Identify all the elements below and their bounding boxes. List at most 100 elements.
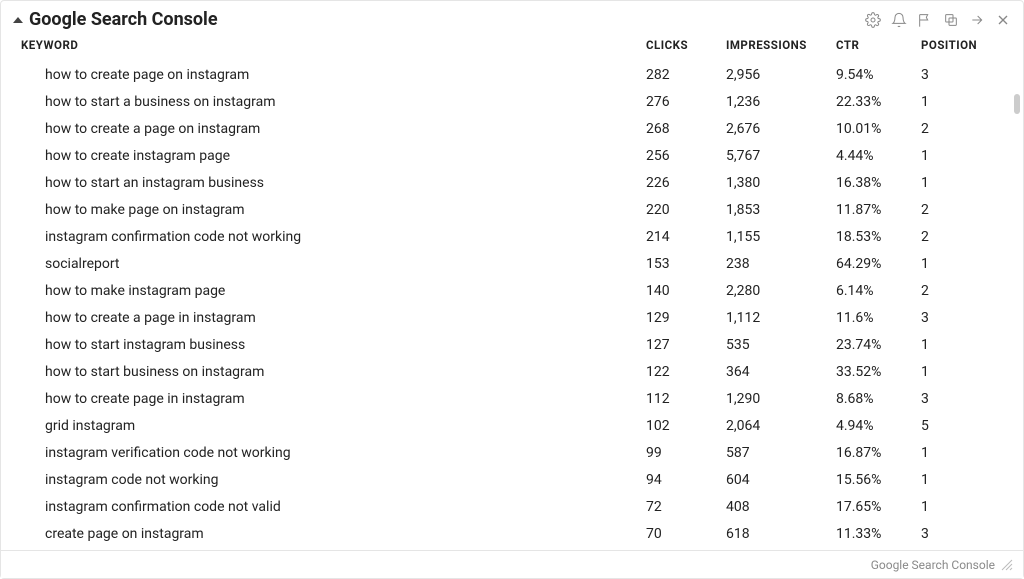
column-header-keyword[interactable]: KEYWORD — [21, 38, 646, 52]
cell-keyword: how to create page on instagram — [13, 61, 646, 88]
cell-clicks: 72 — [646, 493, 726, 520]
cell-position: 3 — [921, 304, 1011, 331]
cell-clicks: 94 — [646, 466, 726, 493]
cell-ctr: 4.44% — [836, 142, 921, 169]
cell-ctr: 10.01% — [836, 115, 921, 142]
cell-ctr: 17.65% — [836, 493, 921, 520]
cell-keyword: how to make instagram page — [13, 277, 646, 304]
cell-ctr: 16.87% — [836, 439, 921, 466]
cell-ctr: 18.53% — [836, 223, 921, 250]
table-row[interactable]: how to make instagram page1402,2806.14%2 — [13, 277, 1011, 304]
table-row[interactable]: instagram code not working9460415.56%1 — [13, 466, 1011, 493]
widget-title: Google Search Console — [29, 9, 218, 30]
cell-impressions: 5,767 — [726, 142, 836, 169]
cell-ctr: 8.68% — [836, 385, 921, 412]
table-row[interactable]: instagram confirmation code not valid724… — [13, 493, 1011, 520]
collapse-caret-icon[interactable] — [13, 17, 23, 23]
cell-position: 1 — [921, 169, 1011, 196]
column-header-impressions[interactable]: IMPRESSIONS — [726, 38, 836, 52]
cell-impressions: 1,112 — [726, 304, 836, 331]
cell-clicks: 214 — [646, 223, 726, 250]
table-row[interactable]: how to start a business on instagram2761… — [13, 88, 1011, 115]
cell-keyword: instagram code not working — [13, 466, 646, 493]
table-row[interactable]: create page on instagram7061811.33%3 — [13, 520, 1011, 544]
cell-impressions: 408 — [726, 493, 836, 520]
cell-ctr: 16.38% — [836, 169, 921, 196]
close-icon[interactable] — [995, 12, 1011, 28]
cell-keyword: instagram confirmation code not valid — [13, 493, 646, 520]
cell-keyword: instagram verification code not working — [13, 439, 646, 466]
export-arrow-icon[interactable] — [969, 12, 985, 28]
table-row[interactable]: how to start an instagram business2261,3… — [13, 169, 1011, 196]
column-header-ctr[interactable]: CTR — [836, 38, 921, 52]
table-row[interactable]: how to start instagram business12753523.… — [13, 331, 1011, 358]
cell-impressions: 1,380 — [726, 169, 836, 196]
title-group: Google Search Console — [13, 9, 218, 30]
cell-clicks: 226 — [646, 169, 726, 196]
table-row[interactable]: how to create page on instagram2822,9569… — [13, 61, 1011, 88]
cell-clicks: 153 — [646, 250, 726, 277]
cell-ctr: 9.54% — [836, 61, 921, 88]
cell-keyword: how to create a page in instagram — [13, 304, 646, 331]
table-row[interactable]: how to create instagram page2565,7674.44… — [13, 142, 1011, 169]
cell-impressions: 1,853 — [726, 196, 836, 223]
bell-icon[interactable] — [891, 12, 907, 28]
table-row[interactable]: how to start business on instagram122364… — [13, 358, 1011, 385]
column-header-clicks[interactable]: CLICKS — [646, 38, 726, 52]
cell-keyword: how to create instagram page — [13, 142, 646, 169]
cell-ctr: 11.6% — [836, 304, 921, 331]
cell-position: 1 — [921, 466, 1011, 493]
column-header-row: KEYWORD CLICKS IMPRESSIONS CTR POSITION — [13, 34, 1011, 61]
resize-handle-icon[interactable] — [1001, 559, 1013, 571]
cell-clicks: 99 — [646, 439, 726, 466]
cell-ctr: 11.33% — [836, 520, 921, 544]
cell-position: 1 — [921, 88, 1011, 115]
data-table: how to create page on instagram2822,9569… — [13, 61, 1011, 544]
cell-clicks: 268 — [646, 115, 726, 142]
table-row[interactable]: grid instagram1022,0644.94%5 — [13, 412, 1011, 439]
cell-position: 1 — [921, 439, 1011, 466]
cell-keyword: how to start an instagram business — [13, 169, 646, 196]
cell-impressions: 1,236 — [726, 88, 836, 115]
cell-ctr: 6.14% — [836, 277, 921, 304]
table-row[interactable]: instagram verification code not working9… — [13, 439, 1011, 466]
copy-icon[interactable] — [943, 12, 959, 28]
cell-ctr: 15.56% — [836, 466, 921, 493]
cell-clicks: 127 — [646, 331, 726, 358]
cell-ctr: 4.94% — [836, 412, 921, 439]
cell-ctr: 23.74% — [836, 331, 921, 358]
cell-impressions: 2,280 — [726, 277, 836, 304]
column-header-position[interactable]: POSITION — [921, 38, 1011, 52]
flag-icon[interactable] — [917, 12, 933, 28]
scrollbar-thumb[interactable] — [1014, 94, 1020, 114]
cell-keyword: how to create a page on instagram — [13, 115, 646, 142]
cell-position: 3 — [921, 385, 1011, 412]
cell-position: 1 — [921, 250, 1011, 277]
table-row[interactable]: how to create page in instagram1121,2908… — [13, 385, 1011, 412]
cell-ctr: 64.29% — [836, 250, 921, 277]
cell-keyword: socialreport — [13, 250, 646, 277]
table-row[interactable]: how to create a page in instagram1291,11… — [13, 304, 1011, 331]
cell-keyword: create page on instagram — [13, 520, 646, 544]
cell-impressions: 1,155 — [726, 223, 836, 250]
cell-impressions: 587 — [726, 439, 836, 466]
table-row[interactable]: how to make page on instagram2201,85311.… — [13, 196, 1011, 223]
cell-clicks: 122 — [646, 358, 726, 385]
cell-clicks: 140 — [646, 277, 726, 304]
cell-clicks: 256 — [646, 142, 726, 169]
table-container[interactable]: KEYWORD CLICKS IMPRESSIONS CTR POSITION … — [1, 34, 1023, 544]
cell-impressions: 364 — [726, 358, 836, 385]
gear-icon[interactable] — [865, 12, 881, 28]
widget-header: Google Search Console — [1, 1, 1023, 34]
cell-keyword: how to start a business on instagram — [13, 88, 646, 115]
cell-ctr: 22.33% — [836, 88, 921, 115]
footer-source-label: Google Search Console — [871, 558, 995, 572]
table-row[interactable]: instagram confirmation code not working2… — [13, 223, 1011, 250]
cell-position: 3 — [921, 61, 1011, 88]
table-row[interactable]: socialreport15323864.29%1 — [13, 250, 1011, 277]
widget-footer: Google Search Console — [1, 550, 1023, 578]
cell-clicks: 220 — [646, 196, 726, 223]
cell-keyword: instagram confirmation code not working — [13, 223, 646, 250]
cell-clicks: 70 — [646, 520, 726, 544]
table-row[interactable]: how to create a page on instagram2682,67… — [13, 115, 1011, 142]
